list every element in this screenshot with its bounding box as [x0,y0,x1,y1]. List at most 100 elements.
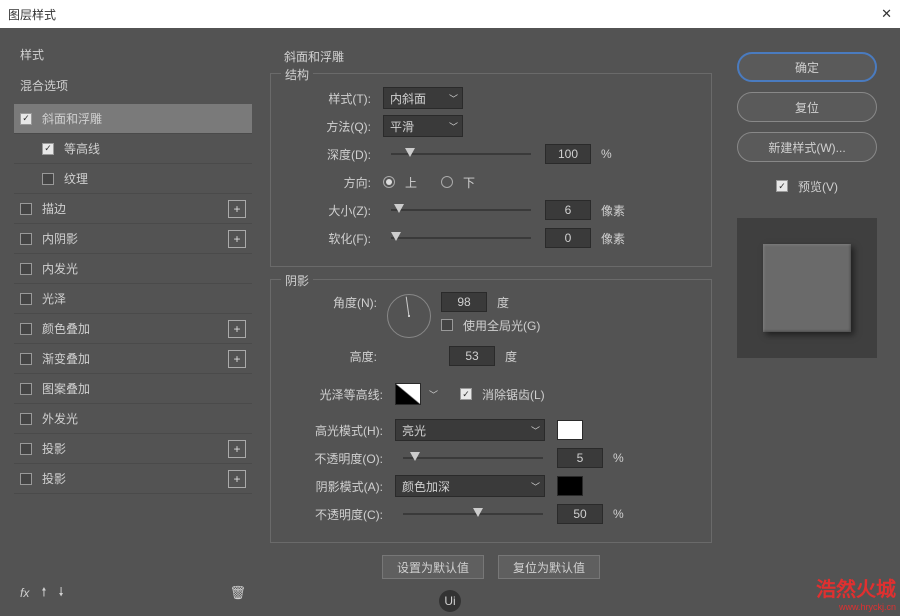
checkbox-icon[interactable] [42,143,54,155]
effect-inner-glow[interactable]: 内发光 [14,254,252,284]
plus-icon[interactable]: + [228,440,246,458]
contour-picker[interactable] [395,383,421,405]
style-label: 样式(T): [285,90,371,107]
checkbox-icon[interactable] [20,443,32,455]
main-content: 样式 混合选项 斜面和浮雕 等高线 纹理 描边+ 内阴影+ 内发光 光泽 颜色叠… [0,28,900,616]
preview-label: 预览(V) [798,178,838,195]
shadow-opacity-slider[interactable] [403,506,543,522]
effect-contour[interactable]: 等高线 [14,134,252,164]
chevron-down-icon: ﹀ [449,120,458,133]
checkbox-icon[interactable] [20,263,32,275]
checkbox-icon[interactable] [20,203,32,215]
trash-icon[interactable]: 🗑 [229,585,246,601]
checkbox-icon[interactable] [42,173,54,185]
size-label: 大小(Z): [285,202,371,219]
checkbox-icon[interactable] [20,113,32,125]
arrow-up-icon[interactable]: 🠕 [41,583,46,604]
effects-list: 斜面和浮雕 等高线 纹理 描边+ 内阴影+ 内发光 光泽 颜色叠加+ 渐变叠加+… [14,104,252,578]
effect-outer-glow[interactable]: 外发光 [14,404,252,434]
highlight-opacity-input[interactable]: 5 [557,448,603,468]
fx-icon[interactable]: fx [20,586,29,600]
preview-checkbox[interactable] [776,180,788,192]
checkbox-icon[interactable] [20,353,32,365]
chevron-down-icon: ﹀ [531,424,540,437]
effect-inner-shadow[interactable]: 内阴影+ [14,224,252,254]
soften-slider[interactable] [391,230,531,246]
plus-icon[interactable]: + [228,200,246,218]
checkbox-icon[interactable] [20,293,32,305]
soften-input[interactable]: 0 [545,228,591,248]
shading-legend: 阴影 [281,272,313,289]
new-style-button[interactable]: 新建样式(W)... [737,132,877,162]
effect-drop-shadow-2[interactable]: 投影+ [14,464,252,494]
watermark: 浩然火城 www.hryckj.cn [816,573,896,612]
shadow-mode-label: 阴影模式(A): [285,478,383,495]
size-slider[interactable] [391,202,531,218]
blend-options[interactable]: 混合选项 [14,73,252,98]
antialias-checkbox[interactable] [460,388,472,400]
chevron-down-icon: ﹀ [449,92,458,105]
effect-pattern-overlay[interactable]: 图案叠加 [14,374,252,404]
title-bar: 图层样式 ✕ [0,0,900,28]
shadow-opacity-input[interactable]: 50 [557,504,603,524]
structure-group: 结构 样式(T): 内斜面﹀ 方法(Q): 平滑﹀ 深度(D): 100 % 方… [270,73,712,267]
checkbox-icon[interactable] [20,233,32,245]
altitude-label: 高度: [285,348,377,365]
technique-dropdown[interactable]: 平滑﹀ [383,115,463,137]
effect-color-overlay[interactable]: 颜色叠加+ [14,314,252,344]
checkbox-icon[interactable] [20,413,32,425]
make-default-button[interactable]: 设置为默认值 [382,555,484,579]
depth-slider[interactable] [391,146,531,162]
ui-badge-icon: Ui [439,590,461,612]
antialias-label: 消除锯齿(L) [482,386,545,403]
effect-stroke[interactable]: 描边+ [14,194,252,224]
checkbox-icon[interactable] [20,383,32,395]
highlight-mode-label: 高光模式(H): [285,422,383,439]
shadow-mode-dropdown[interactable]: 颜色加深﹀ [395,475,545,497]
left-footer: fx 🠕 🠗 🗑 [14,578,252,608]
global-light-checkbox[interactable] [441,319,453,331]
soften-label: 软化(F): [285,230,371,247]
preview-swatch [763,244,851,332]
highlight-opacity-label: 不透明度(O): [285,450,383,467]
direction-up-radio[interactable] [383,176,395,188]
style-dropdown[interactable]: 内斜面﹀ [383,87,463,109]
angle-dial[interactable] [387,294,431,338]
effect-bevel-emboss[interactable]: 斜面和浮雕 [14,104,252,134]
checkbox-icon[interactable] [20,473,32,485]
effect-drop-shadow[interactable]: 投影+ [14,434,252,464]
reset-default-button[interactable]: 复位为默认值 [498,555,600,579]
window-title: 图层样式 [8,6,56,23]
ok-button[interactable]: 确定 [737,52,877,82]
depth-label: 深度(D): [285,146,371,163]
size-input[interactable]: 6 [545,200,591,220]
cancel-button[interactable]: 复位 [737,92,877,122]
arrow-down-icon[interactable]: 🠗 [59,583,64,604]
shadow-color-swatch[interactable] [557,476,583,496]
highlight-opacity-slider[interactable] [403,450,543,466]
effect-satin[interactable]: 光泽 [14,284,252,314]
highlight-mode-dropdown[interactable]: 亮光﹀ [395,419,545,441]
checkbox-icon[interactable] [20,323,32,335]
highlight-color-swatch[interactable] [557,420,583,440]
plus-icon[interactable]: + [228,350,246,368]
direction-down-radio[interactable] [441,176,453,188]
styles-panel: 样式 混合选项 斜面和浮雕 等高线 纹理 描边+ 内阴影+ 内发光 光泽 颜色叠… [0,28,260,616]
settings-panel: 斜面和浮雕 结构 样式(T): 内斜面﹀ 方法(Q): 平滑﹀ 深度(D): 1… [260,28,722,616]
styles-header[interactable]: 样式 [14,42,252,67]
angle-input[interactable]: 98 [441,292,487,312]
plus-icon[interactable]: + [228,320,246,338]
chevron-down-icon[interactable]: ﹀ [429,388,438,401]
preview-box [737,218,877,358]
close-icon[interactable]: ✕ [881,6,892,22]
depth-input[interactable]: 100 [545,144,591,164]
effect-texture[interactable]: 纹理 [14,164,252,194]
altitude-input[interactable]: 53 [449,346,495,366]
gloss-contour-label: 光泽等高线: [285,386,383,403]
plus-icon[interactable]: + [228,230,246,248]
shading-group: 阴影 角度(N): 98 度 使用全局光(G) 高度: [270,279,712,543]
technique-label: 方法(Q): [285,118,371,135]
effect-gradient-overlay[interactable]: 渐变叠加+ [14,344,252,374]
direction-label: 方向: [285,174,371,191]
plus-icon[interactable]: + [228,470,246,488]
